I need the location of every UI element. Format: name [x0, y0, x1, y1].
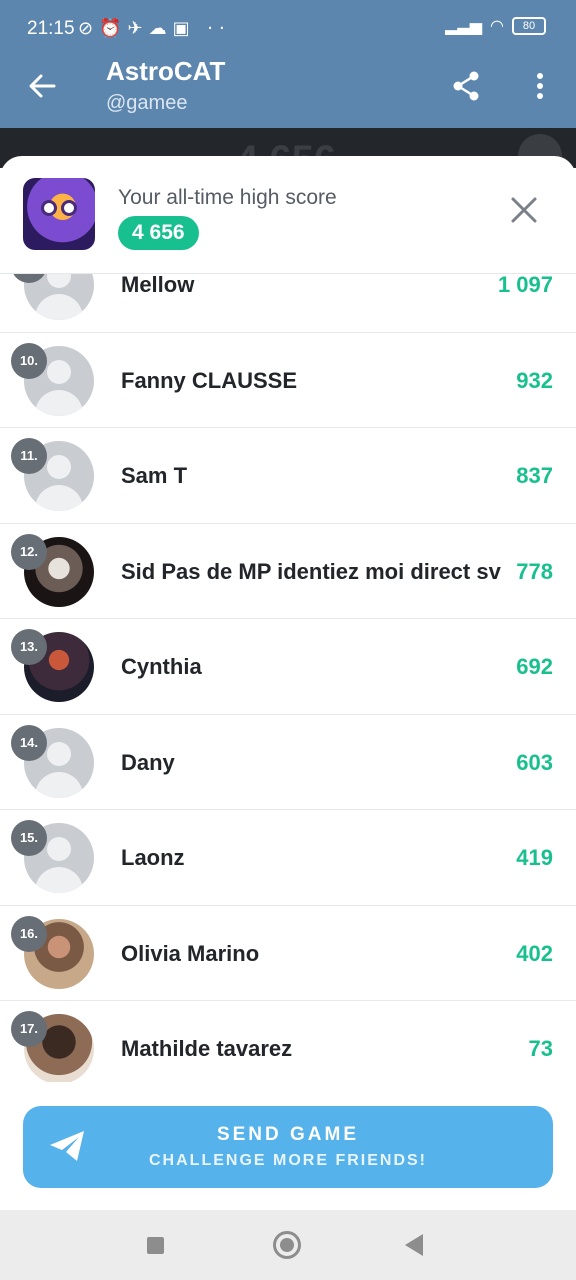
rank-badge: 14.: [11, 724, 47, 761]
app-header: AstroCAT @gamee: [0, 56, 576, 128]
high-score-label: Your all-time high score: [118, 186, 337, 209]
rank-badge: 15.: [11, 820, 47, 856]
rank-badge: 17.: [11, 1011, 47, 1047]
home-icon[interactable]: [273, 1231, 301, 1259]
signal-icon: ▂▃▅: [445, 16, 483, 35]
share-icon[interactable]: [450, 68, 482, 104]
send-button-subtitle: CHALLENGE MORE FRIENDS!: [149, 1152, 427, 1169]
player-score: 603: [516, 749, 553, 776]
leaderboard-sheet: Your all-time high score 4 656 9. Mellow…: [0, 156, 576, 1210]
app-subtitle: @gamee: [106, 92, 188, 114]
player-name: Sid Pas de MP identiez moi direct sv: [121, 558, 501, 584]
app-title: AstroCAT: [106, 56, 226, 86]
system-nav-bar: [0, 1210, 576, 1280]
back-icon[interactable]: [405, 1234, 423, 1256]
player-score: 692: [516, 654, 553, 680]
recents-icon[interactable]: [147, 1237, 164, 1254]
list-item[interactable]: 10. Fanny CLAUSSE 932: [0, 333, 576, 428]
player-name: Dany: [121, 749, 175, 775]
player-score: 932: [516, 367, 553, 394]
list-item[interactable]: 15. Laonz 419: [0, 810, 576, 906]
list-item[interactable]: 12. Sid Pas de MP identiez moi direct sv…: [0, 524, 576, 619]
list-item[interactable]: 9. Mellow 1 097: [0, 274, 576, 333]
player-score: 778: [516, 558, 553, 585]
rank-badge: 12.: [11, 533, 47, 570]
more-vert-icon[interactable]: [528, 70, 552, 106]
player-name: Laonz: [121, 845, 185, 870]
player-name: Fanny CLAUSSE: [121, 367, 298, 393]
rank-badge: 13.: [11, 629, 47, 665]
rank-badge: 10.: [11, 342, 47, 379]
battery-icon: 80: [512, 16, 546, 35]
status-right-icons: ▂▃▅ ◠ 80: [445, 16, 546, 35]
high-score-badge: 4 656: [118, 216, 199, 250]
send-button-title: SEND GAME: [216, 1124, 360, 1145]
status-time: 21:15: [27, 18, 75, 39]
list-item[interactable]: 14. Dany 603: [0, 715, 576, 810]
player-name: Olivia Marino: [121, 940, 260, 966]
player-score: 402: [516, 940, 553, 967]
leaderboard-list[interactable]: 9. Mellow 1 097 10. Fanny CLAUSSE 932 11…: [0, 274, 576, 1082]
game-thumbnail: [23, 178, 95, 250]
send-game-button[interactable]: SEND GAME CHALLENGE MORE FRIENDS!: [23, 1106, 553, 1188]
player-name: Sam T: [121, 463, 188, 488]
close-icon[interactable]: [508, 194, 540, 226]
list-item[interactable]: 13. Cynthia 692: [0, 619, 576, 715]
wifi-icon: ◠: [490, 16, 504, 35]
player-name: Cynthia: [121, 654, 202, 679]
sheet-footer: SEND GAME CHALLENGE MORE FRIENDS!: [0, 1082, 576, 1210]
list-item[interactable]: 17. Mathilde tavarez 73: [0, 1001, 576, 1082]
player-score: 1 097: [497, 274, 553, 298]
list-item[interactable]: 16. Olivia Marino 402: [0, 906, 576, 1001]
player-name: Mathilde tavarez: [121, 1036, 293, 1061]
arrow-left-icon[interactable]: [24, 68, 60, 104]
status-bar: 21:15 ⊘⏰✈☁▣ ·· ▂▃▅ ◠ 80: [0, 0, 576, 58]
player-name: Mellow: [121, 274, 195, 297]
high-score-header: Your all-time high score 4 656: [0, 156, 576, 274]
list-item[interactable]: 11. Sam T 837: [0, 428, 576, 524]
player-score: 73: [528, 1036, 553, 1062]
player-score: 837: [516, 463, 553, 489]
status-notification-icons: ⊘⏰✈☁▣ ··: [78, 18, 231, 39]
player-score: 419: [516, 845, 553, 871]
rank-badge: 11.: [11, 438, 47, 474]
rank-badge: 16.: [11, 915, 47, 952]
